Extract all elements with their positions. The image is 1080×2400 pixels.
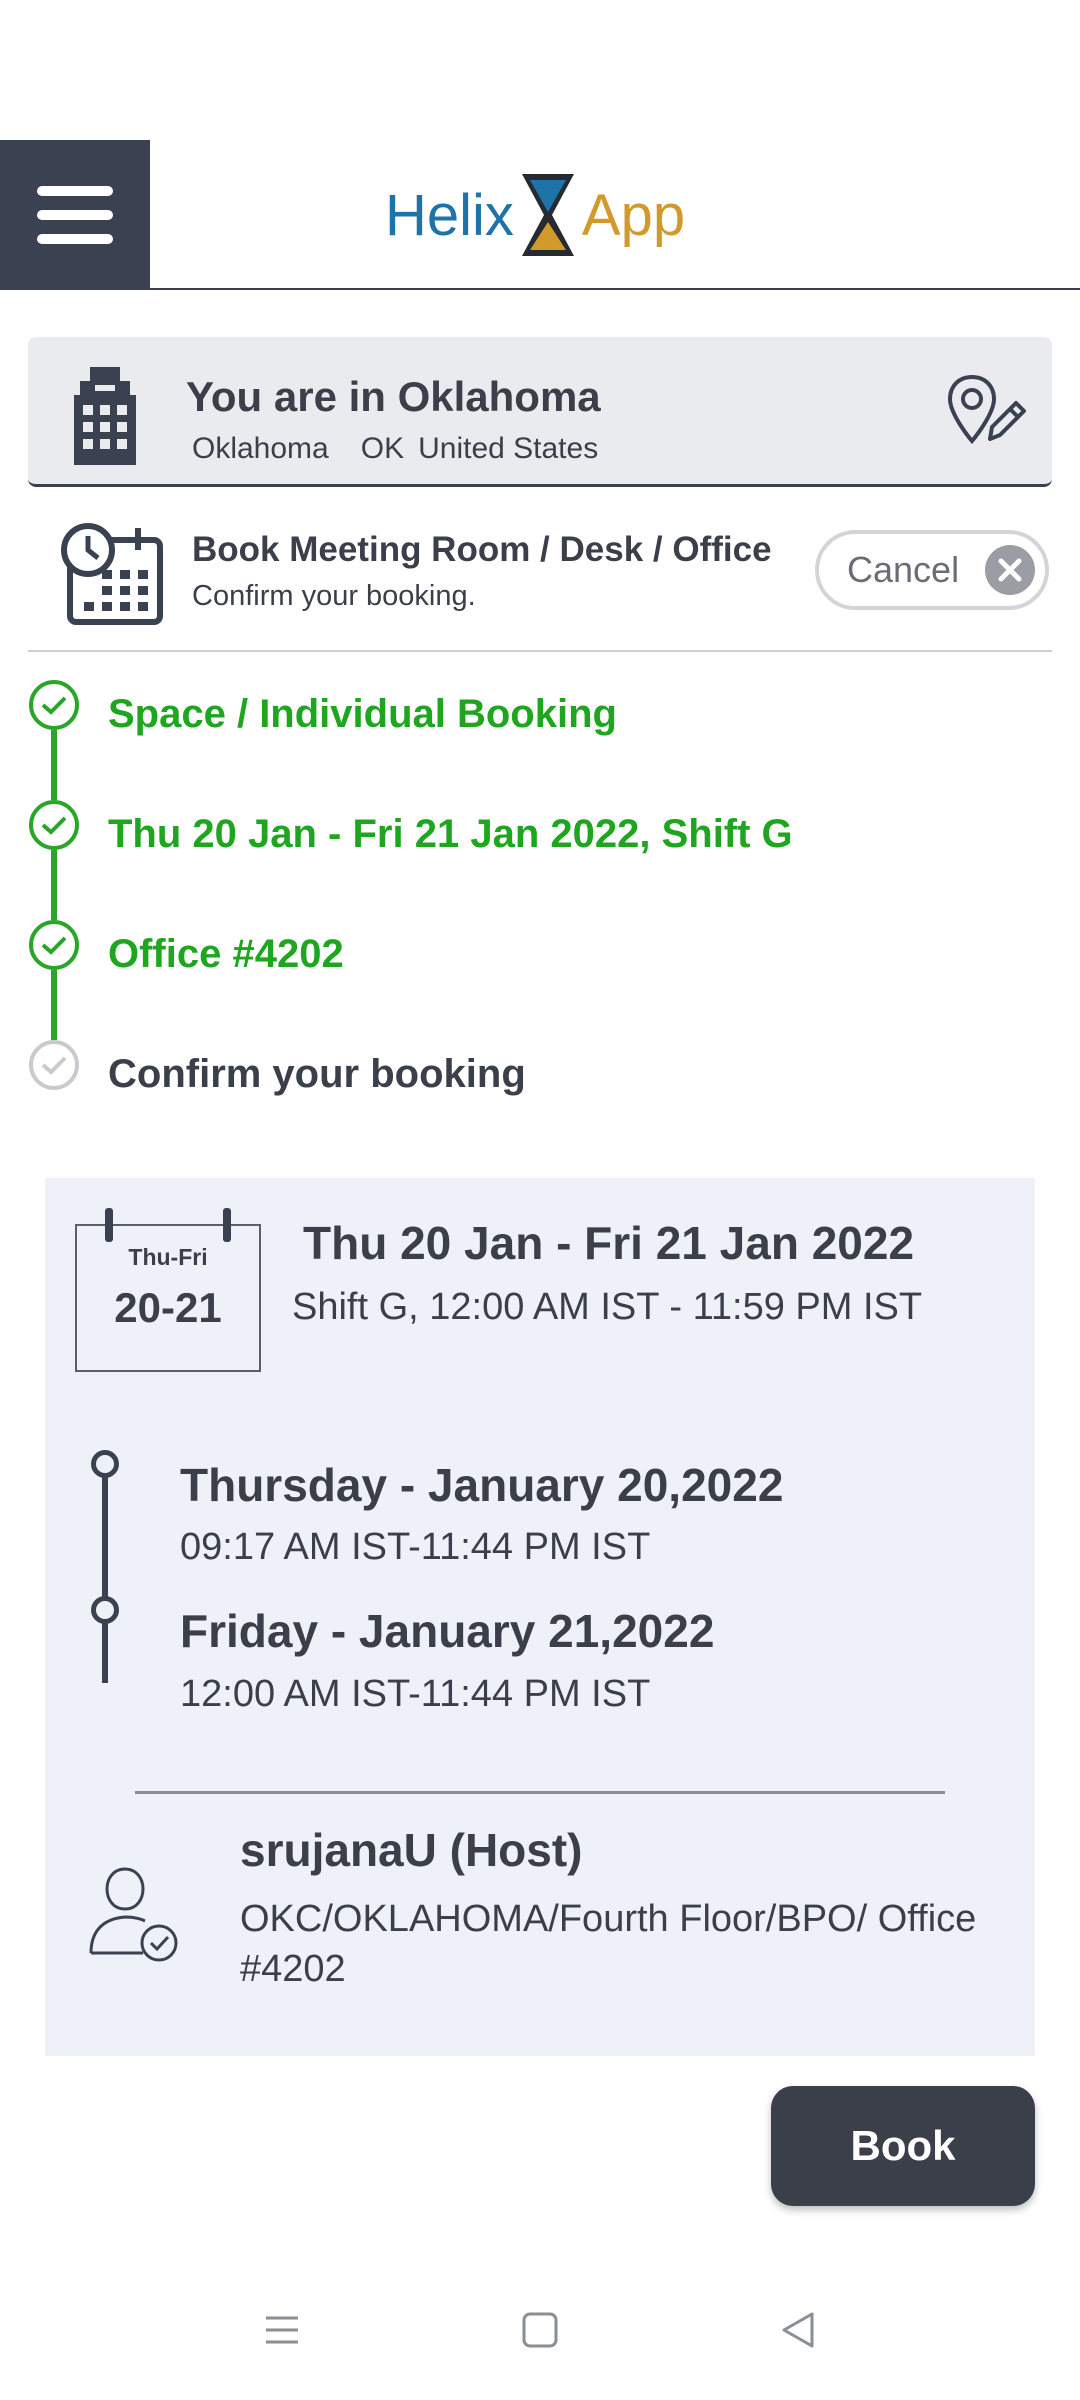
edit-location-pin-icon[interactable]	[946, 373, 1026, 449]
location-address: Oklahoma OK United States	[192, 432, 598, 466]
app-logo: Helix App	[385, 170, 685, 260]
pending-check-circle-icon	[29, 1040, 79, 1090]
location-title: You are in Oklahoma	[186, 373, 601, 420]
booking-subtitle: Confirm your booking.	[192, 580, 476, 612]
book-button-label: Book	[850, 2122, 956, 2169]
day-time: 12:00 AM IST-11:44 PM IST	[180, 1673, 651, 1715]
building-icon	[74, 367, 136, 465]
booking-title: Book Meeting Room / Desk / Office	[192, 530, 772, 569]
user-check-icon	[89, 1867, 178, 1962]
day-title: Thursday - January 20,2022	[180, 1459, 784, 1511]
hamburger-menu-button[interactable]	[0, 140, 150, 290]
timeline-line	[102, 1463, 108, 1683]
hourglass-logo-icon	[521, 174, 574, 256]
step-item[interactable]: Office #4202	[108, 932, 344, 977]
day-title: Friday - January 21,2022	[180, 1605, 715, 1657]
location-state: OK	[360, 432, 405, 465]
location-city: Oklahoma	[192, 432, 329, 465]
calendar-range: 20-21	[114, 1284, 222, 1331]
step-connector	[51, 970, 57, 1040]
divider	[28, 650, 1052, 652]
step-item[interactable]: Space / Individual Booking	[108, 692, 617, 737]
app-header: Helix App	[0, 140, 1080, 290]
cancel-button[interactable]: Cancel	[815, 530, 1049, 610]
step-connector	[51, 730, 57, 800]
location-country: United States	[418, 432, 599, 465]
summary-date-title: Thu 20 Jan - Fri 21 Jan 2022	[303, 1217, 915, 1269]
divider	[135, 1791, 945, 1794]
cancel-label: Cancel	[847, 549, 960, 590]
step-connector	[51, 850, 57, 920]
logo-text-right: App	[581, 182, 686, 248]
calendar-clock-icon	[61, 523, 163, 625]
check-circle-icon	[29, 920, 79, 970]
logo-text-left: Helix	[385, 182, 514, 248]
book-button[interactable]: Book	[771, 2086, 1035, 2206]
timeline-dot	[91, 1450, 119, 1478]
calendar-ring	[223, 1208, 231, 1242]
check-circle-icon	[29, 680, 79, 730]
menu-bar	[37, 186, 113, 196]
booking-summary-card: Thu-Fri 20-21 Thu 20 Jan - Fri 21 Jan 20…	[45, 1178, 1035, 2056]
calendar-date-badge: Thu-Fri 20-21	[75, 1208, 261, 1372]
summary-shift: Shift G, 12:00 AM IST - 11:59 PM IST	[292, 1286, 923, 1328]
host-name: srujanaU (Host)	[240, 1824, 583, 1876]
back-triangle-icon[interactable]	[778, 2310, 818, 2350]
day-time: 09:17 AM IST-11:44 PM IST	[180, 1526, 651, 1568]
menu-bar	[37, 234, 113, 244]
step-item[interactable]: Thu 20 Jan - Fri 21 Jan 2022, Shift G	[108, 812, 793, 857]
timeline-dot	[91, 1596, 119, 1624]
close-icon	[985, 545, 1035, 595]
host-location-path: OKC/OKLAHOMA/Fourth Floor/BPO/ Office #4…	[240, 1898, 977, 1990]
calendar-ring	[105, 1208, 113, 1242]
menu-bar	[37, 210, 113, 220]
menu-icon[interactable]	[262, 2310, 302, 2350]
home-square-icon[interactable]	[520, 2310, 560, 2350]
check-circle-icon	[29, 800, 79, 850]
step-item-current: Confirm your booking	[108, 1052, 526, 1096]
calendar-days: Thu-Fri	[128, 1244, 208, 1270]
location-card: You are in Oklahoma Oklahoma OK United S…	[28, 337, 1052, 487]
